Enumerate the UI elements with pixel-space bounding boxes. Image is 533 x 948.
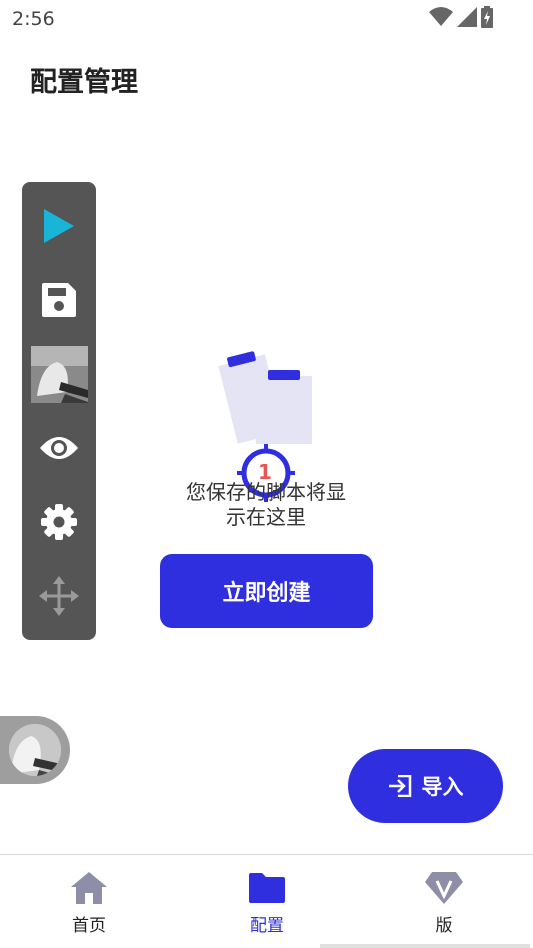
empty-state-line-2: 示在这里 xyxy=(226,505,306,529)
play-icon xyxy=(44,209,74,243)
home-icon xyxy=(71,872,107,904)
nav-label-home: 首页 xyxy=(72,916,106,936)
vip-diamond-icon xyxy=(425,872,463,904)
create-now-button[interactable]: 立即创建 xyxy=(160,554,373,628)
save-button[interactable] xyxy=(22,270,96,330)
status-time: 2:56 xyxy=(12,8,55,30)
eye-icon xyxy=(40,437,78,459)
nav-label-vip: 版 xyxy=(435,916,453,936)
move-handle[interactable] xyxy=(22,566,96,626)
status-bar: 2:56 xyxy=(0,0,533,36)
bottom-nav: 首页 配置 版 xyxy=(0,854,533,948)
nav-item-home[interactable]: 首页 xyxy=(29,871,149,943)
floating-ball-image xyxy=(9,724,61,776)
thumbnail-image xyxy=(31,346,88,403)
preview-button[interactable] xyxy=(22,418,96,478)
import-button[interactable]: 导入 xyxy=(348,749,503,823)
move-icon xyxy=(39,576,79,616)
screenshot-thumbnail[interactable] xyxy=(31,346,88,403)
nav-item-config[interactable]: 配置 xyxy=(207,871,327,943)
settings-button[interactable] xyxy=(22,492,96,552)
gear-icon xyxy=(41,504,77,540)
save-icon xyxy=(42,283,76,317)
nav-label-config: 配置 xyxy=(250,916,284,936)
page-title: 配置管理 xyxy=(30,67,138,98)
login-arrow-icon xyxy=(388,775,411,797)
gesture-bar xyxy=(320,944,530,948)
status-icons xyxy=(429,6,493,28)
signal-icon xyxy=(457,7,477,27)
floating-ball[interactable] xyxy=(0,716,70,784)
empty-clipboard-illustration xyxy=(218,351,312,444)
marker-number: 1 xyxy=(258,460,272,484)
nav-item-vip[interactable]: 版 xyxy=(384,871,504,943)
import-label: 导入 xyxy=(421,775,464,799)
battery-icon xyxy=(481,6,493,28)
wifi-icon xyxy=(429,7,453,26)
play-button[interactable] xyxy=(22,196,96,256)
floating-toolbar xyxy=(22,182,96,640)
folder-icon xyxy=(249,873,285,903)
empty-state-message: 您保存的脚本将显 示在这里 xyxy=(166,480,366,530)
